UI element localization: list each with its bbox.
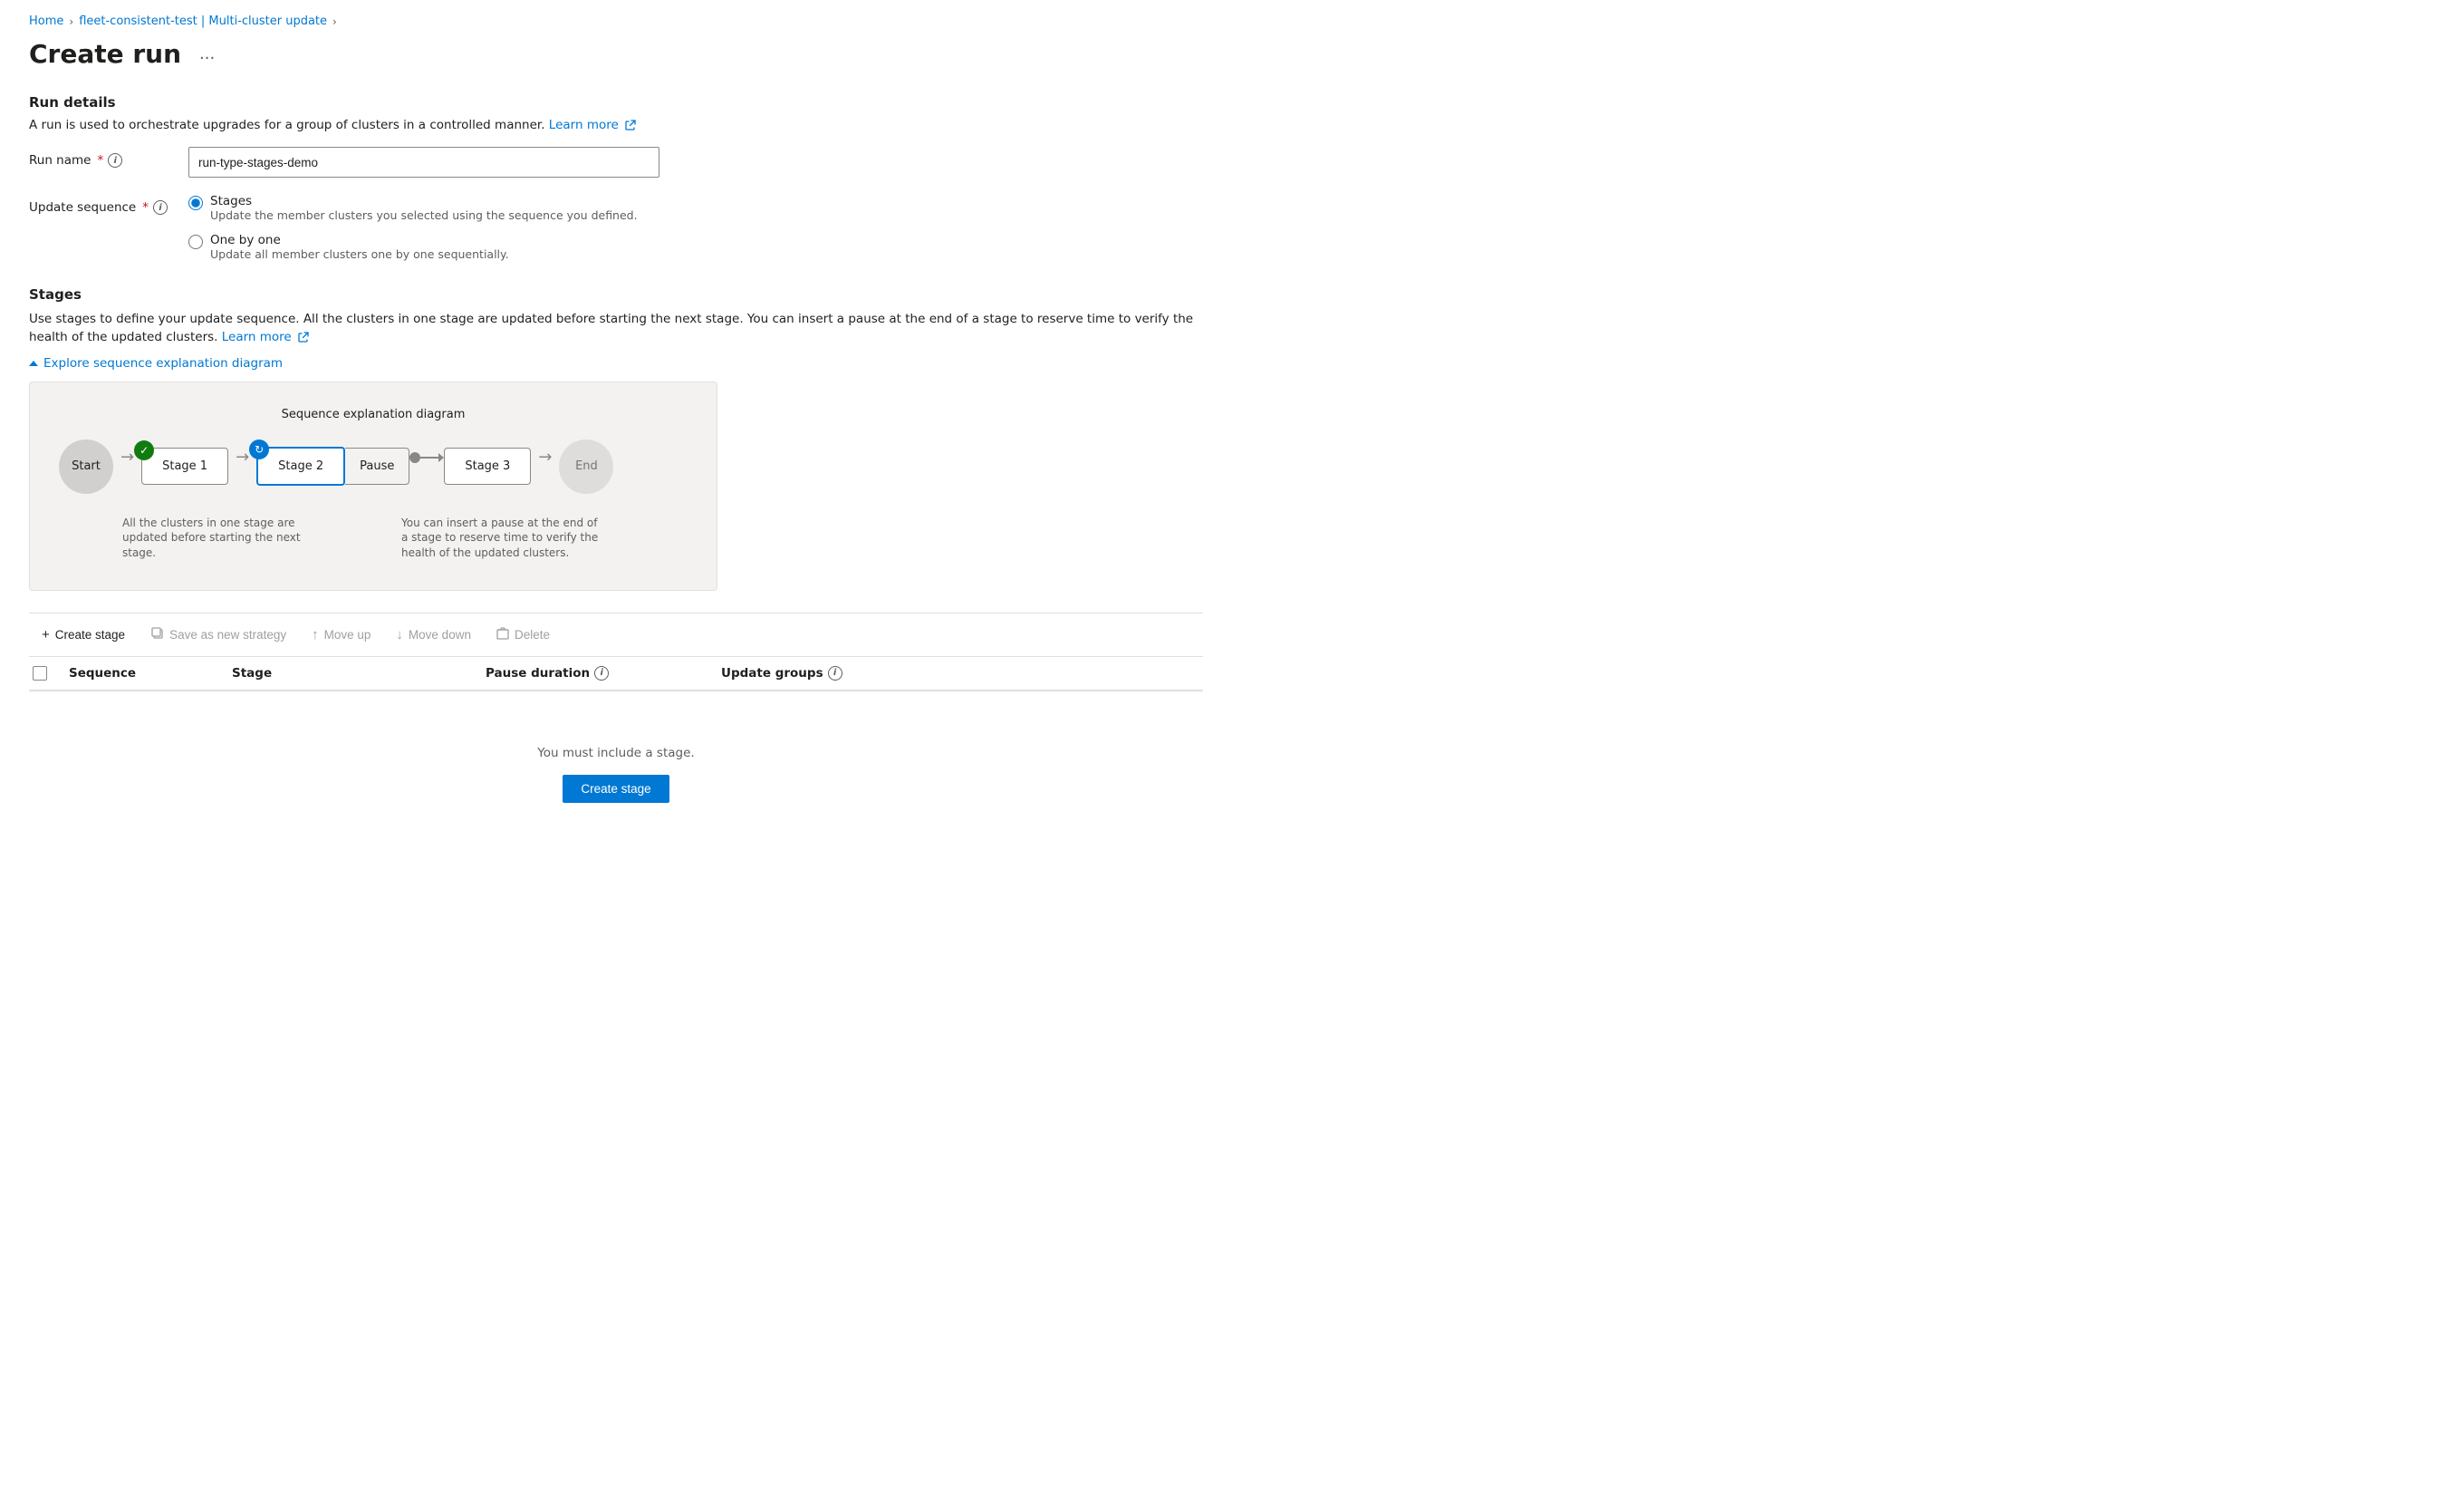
update-sequence-row: Update sequence * i Stages Update the me… <box>29 194 1203 261</box>
stage1-node: ✓ Stage 1 <box>141 448 228 485</box>
run-details-description: A run is used to orchestrate upgrades fo… <box>29 118 1203 132</box>
update-sequence-info-icon[interactable]: i <box>153 200 168 215</box>
stages-external-link-icon <box>298 332 309 343</box>
radio-stages-option[interactable]: Stages Update the member clusters you se… <box>188 194 638 222</box>
create-stage-empty-button[interactable]: Create stage <box>563 775 669 803</box>
annotation-1: All the clusters in one stage are update… <box>122 516 322 561</box>
move-up-button[interactable]: ↑ Move up <box>299 622 383 648</box>
stage2-pause-node: ↻ Stage 2 Pause <box>256 447 409 486</box>
arrow-4: → <box>531 448 559 485</box>
stages-title: Stages <box>29 286 1203 303</box>
run-details-section: Run details A run is used to orchestrate… <box>29 94 1203 261</box>
empty-message: You must include a stage. <box>537 746 694 760</box>
pause-info-icon[interactable]: i <box>594 666 609 681</box>
update-sequence-label: Update sequence * i <box>29 194 174 215</box>
update-sequence-options: Stages Update the member clusters you se… <box>188 194 638 261</box>
stage2-sync-badge: ↻ <box>249 439 269 459</box>
run-name-input[interactable] <box>188 147 659 178</box>
select-all-checkbox[interactable] <box>33 666 47 681</box>
diagram-flow: Start → ✓ Stage 1 → ↻ <box>59 439 688 494</box>
run-name-row: Run name * i <box>29 147 1203 178</box>
start-node: Start <box>59 439 113 494</box>
header-sequence: Sequence <box>69 666 232 681</box>
header-pause: Pause duration i <box>486 666 721 681</box>
breadcrumb-fleet[interactable]: fleet-consistent-test | Multi-cluster up… <box>79 14 327 28</box>
external-link-icon <box>625 120 636 130</box>
page-title-row: Create run ... <box>29 39 1203 69</box>
start-circle: Start <box>59 439 113 494</box>
pause-box: Pause <box>345 448 409 485</box>
stage3-node: Stage 3 <box>444 448 531 485</box>
plus-icon: + <box>42 627 50 642</box>
stage3-box: Stage 3 <box>444 448 531 485</box>
arrow-down-icon: ↓ <box>396 627 403 642</box>
radio-stages-input[interactable] <box>188 196 203 210</box>
stage1-box: Stage 1 <box>141 448 228 485</box>
create-stage-button[interactable]: + Create stage <box>29 622 138 648</box>
trash-icon <box>496 626 509 643</box>
stages-sublabel: Update the member clusters you selected … <box>210 208 638 222</box>
table-header: Sequence Stage Pause duration i Update g… <box>29 657 1203 691</box>
delete-button[interactable]: Delete <box>484 621 563 649</box>
save-strategy-button[interactable]: Save as new strategy <box>138 621 299 649</box>
header-stage: Stage <box>232 666 486 681</box>
stages-table: Sequence Stage Pause duration i Update g… <box>29 657 1203 839</box>
breadcrumb-home[interactable]: Home <box>29 14 63 28</box>
radio-one-by-one-option[interactable]: One by one Update all member clusters on… <box>188 233 638 261</box>
stages-description: Use stages to define your update sequenc… <box>29 310 1203 347</box>
breadcrumb: Home › fleet-consistent-test | Multi-clu… <box>29 14 1203 28</box>
end-node: End <box>559 439 613 494</box>
one-by-one-label: One by one <box>210 233 509 247</box>
move-down-button[interactable]: ↓ Move down <box>383 622 484 648</box>
sequence-diagram: Sequence explanation diagram Start → ✓ S… <box>29 381 717 591</box>
stage1-check-badge: ✓ <box>134 440 154 460</box>
dot-connector <box>409 452 420 463</box>
breadcrumb-sep-2: › <box>332 15 337 28</box>
stages-section: Stages Use stages to define your update … <box>29 286 1203 839</box>
stages-toolbar: + Create stage Save as new strategy ↑ Mo… <box>29 613 1203 657</box>
radio-one-by-one-input[interactable] <box>188 235 203 249</box>
empty-state: You must include a stage. Create stage <box>29 691 1203 839</box>
run-details-learn-more[interactable]: Learn more <box>549 118 636 132</box>
copy-icon <box>150 626 164 643</box>
header-groups: Update groups i <box>721 666 957 681</box>
header-checkbox-col <box>29 666 69 681</box>
end-circle: End <box>559 439 613 494</box>
run-details-title: Run details <box>29 94 1203 111</box>
more-options-button[interactable]: ... <box>192 41 222 67</box>
stages-label: Stages <box>210 194 638 208</box>
stages-learn-more[interactable]: Learn more <box>222 330 309 344</box>
arrow-up-icon: ↑ <box>312 627 319 642</box>
page-title: Create run <box>29 39 181 69</box>
diagram-annotations: All the clusters in one stage are update… <box>59 516 688 561</box>
run-name-info-icon[interactable]: i <box>108 153 122 168</box>
groups-info-icon[interactable]: i <box>828 666 842 681</box>
breadcrumb-sep-1: › <box>69 15 73 28</box>
chevron-up-icon <box>29 361 38 366</box>
one-by-one-sublabel: Update all member clusters one by one se… <box>210 247 509 261</box>
diagram-title: Sequence explanation diagram <box>59 408 688 421</box>
stage2-box: Stage 2 <box>256 447 345 486</box>
explore-diagram-toggle[interactable]: Explore sequence explanation diagram <box>29 356 1203 371</box>
annotation-2: You can insert a pause at the end of a s… <box>401 516 601 561</box>
run-name-label: Run name * i <box>29 147 174 168</box>
